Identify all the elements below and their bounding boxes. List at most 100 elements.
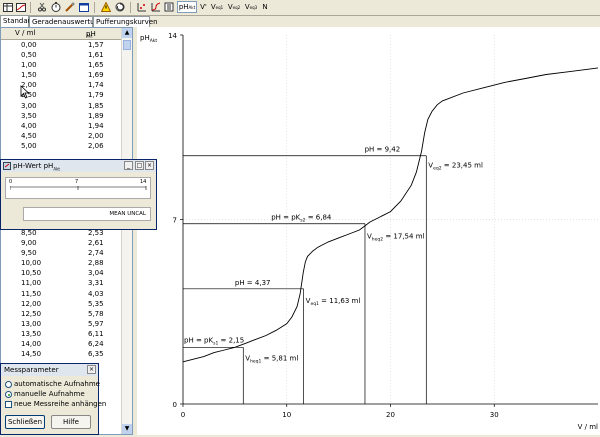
cell-volume: 3,50 bbox=[21, 111, 37, 120]
table-row[interactable]: 0,50 1,61 bbox=[1, 50, 123, 60]
radio-auto-label: automatische Aufnahme bbox=[14, 380, 100, 388]
n-label: N bbox=[262, 3, 268, 11]
radio-manual-label: manuelle Aufnahme bbox=[14, 390, 85, 398]
table-row[interactable]: 10,50 3,04 bbox=[1, 268, 123, 278]
table-row[interactable]: 1,50 1,69 bbox=[1, 70, 123, 80]
cell-ph: 3,04 bbox=[88, 269, 104, 278]
annotation-veq1-sub: eq1 bbox=[310, 301, 319, 307]
table-row[interactable]: 9,50 2,74 bbox=[1, 248, 123, 258]
table-row[interactable]: 12,50 5,78 bbox=[1, 309, 123, 319]
annotation-vheq2-tail: = 17,54 ml bbox=[383, 233, 424, 241]
scroll-up-arrow[interactable]: ▲ bbox=[122, 28, 132, 38]
table-row[interactable]: 4,00 1,94 bbox=[1, 121, 123, 131]
v-eq2-button[interactable]: Veq2 bbox=[226, 1, 242, 13]
tab-bar: Standard Geradenauswertung Pufferungskur… bbox=[0, 15, 158, 27]
cell-ph: 2,88 bbox=[88, 259, 104, 268]
mess-close-x-button[interactable]: × bbox=[87, 365, 96, 374]
ph-readout: MEAN UNCAL bbox=[23, 207, 151, 221]
chart-icon[interactable] bbox=[15, 1, 27, 13]
table-icon[interactable] bbox=[2, 1, 14, 13]
tab-standard[interactable]: Standard bbox=[0, 15, 35, 27]
table-row[interactable]: 1,00 1,65 bbox=[1, 60, 123, 70]
window-icon[interactable] bbox=[78, 1, 90, 13]
ph-akt-button[interactable]: pH Akt bbox=[177, 1, 197, 13]
table-row[interactable]: 11,50 4,03 bbox=[1, 289, 123, 299]
maximize-button[interactable]: □ bbox=[135, 161, 144, 170]
table-row[interactable]: 3,50 1,89 bbox=[1, 111, 123, 121]
table-row[interactable]: 10,00 2,88 bbox=[1, 258, 123, 268]
append-checkbox[interactable] bbox=[5, 401, 12, 408]
table-header: V / ml pH Akt bbox=[1, 28, 123, 40]
annotation-pks1: pH = pKs1 = 2,15 bbox=[184, 336, 244, 346]
x-tick-label: 20 bbox=[386, 411, 395, 419]
table-row[interactable]: 4,50 2,00 bbox=[1, 131, 123, 141]
table-row[interactable]: 5,00 2,06 bbox=[1, 141, 123, 151]
v-eq2-sub: eq2 bbox=[232, 4, 241, 10]
col-ph-header[interactable]: pH Akt bbox=[86, 29, 96, 38]
mess-dialog-titlebar[interactable]: Messparameter × bbox=[1, 364, 98, 376]
messparameter-dialog: Messparameter × automatische Aufnahme ma… bbox=[0, 363, 106, 435]
ph-dialog-title: pH-Wert pH bbox=[13, 162, 54, 170]
curve-chart-icon[interactable] bbox=[150, 1, 162, 13]
cell-ph: 5,97 bbox=[88, 319, 104, 328]
cell-ph: 1,65 bbox=[88, 61, 104, 70]
refresh-icon[interactable] bbox=[114, 1, 126, 13]
help-button[interactable]: Hilfe bbox=[51, 415, 91, 429]
cell-volume: 9,50 bbox=[21, 249, 37, 258]
table-row[interactable]: 14,50 6,35 bbox=[1, 349, 123, 359]
v-prime-button[interactable]: V' bbox=[199, 1, 208, 13]
tab-pufferungskurven[interactable]: Pufferungskurven bbox=[93, 16, 158, 27]
table-row[interactable]: 12,00 5,35 bbox=[1, 299, 123, 309]
n-button[interactable]: N bbox=[260, 1, 270, 13]
tools-icon[interactable] bbox=[64, 1, 76, 13]
cell-volume: 1,50 bbox=[21, 71, 37, 80]
y-axis-label-text: pH bbox=[140, 34, 150, 42]
cell-volume: 11,50 bbox=[21, 289, 42, 298]
ph-dialog-titlebar[interactable]: pH-Wert pHAkt _ □ × bbox=[1, 160, 156, 172]
table-row[interactable]: 14,00 6,24 bbox=[1, 339, 123, 349]
annotation-vheq2: Vheq2 = 17,54 ml bbox=[367, 233, 425, 243]
table-row[interactable]: 13,00 5,97 bbox=[1, 319, 123, 329]
cell-ph: 2,06 bbox=[88, 141, 104, 150]
radio-auto[interactable] bbox=[5, 381, 12, 388]
annotation-vheq1: Vheq1 = 5,81 ml bbox=[245, 354, 298, 364]
ph-status: MEAN UNCAL bbox=[109, 211, 146, 217]
x-tick-label: 10 bbox=[282, 411, 291, 419]
warning-icon[interactable] bbox=[100, 1, 112, 13]
cell-ph: 6,24 bbox=[88, 340, 104, 349]
v-eq3-button[interactable]: Veq3 bbox=[243, 1, 259, 13]
close-button-main[interactable]: Schließen bbox=[5, 415, 45, 429]
table-row[interactable]: 9,00 2,61 bbox=[1, 238, 123, 248]
scale-max: 14 bbox=[140, 179, 147, 185]
data-icon[interactable] bbox=[163, 1, 175, 13]
scroll-thumb[interactable] bbox=[123, 40, 131, 50]
timer-icon[interactable] bbox=[50, 1, 62, 13]
scroll-down-arrow[interactable]: ▼ bbox=[122, 424, 132, 434]
cell-ph: 5,78 bbox=[88, 309, 104, 318]
table-row[interactable]: 11,00 3,31 bbox=[1, 278, 123, 288]
v-eq1-button[interactable]: Veq1 bbox=[209, 1, 225, 13]
annotation-pks1-tail: = 2,15 bbox=[218, 336, 244, 344]
dot-chart-icon[interactable] bbox=[135, 1, 148, 13]
mess-dialog-title: Messparameter bbox=[4, 366, 59, 374]
ph-button-label: pH bbox=[178, 3, 189, 11]
y-axis-label: pHAkt bbox=[140, 34, 157, 44]
radio-manual[interactable] bbox=[5, 391, 12, 398]
close-button[interactable]: × bbox=[145, 161, 154, 170]
table-row[interactable]: 13,50 6,11 bbox=[1, 329, 123, 339]
cursor-icon bbox=[20, 85, 30, 99]
table-row[interactable]: 0,00 1,57 bbox=[1, 40, 123, 50]
y-axis-label-sub: Akt bbox=[150, 38, 158, 44]
scissors-icon[interactable] bbox=[36, 1, 48, 13]
table-row[interactable]: 3,00 1,85 bbox=[1, 101, 123, 111]
cell-ph: 6,35 bbox=[88, 350, 104, 359]
tab-geradenauswertung[interactable]: Geradenauswertung bbox=[29, 16, 103, 27]
minimize-button[interactable]: _ bbox=[124, 161, 133, 170]
cell-volume: 9,00 bbox=[21, 239, 37, 248]
annotation-veq1-tail: = 11,63 ml bbox=[319, 297, 360, 305]
cell-volume: 3,00 bbox=[21, 101, 37, 110]
table-scrollbar[interactable]: ▲ ▼ bbox=[121, 28, 132, 434]
cell-volume: 0,50 bbox=[21, 51, 37, 60]
col-v-header[interactable]: V / ml bbox=[15, 29, 35, 37]
cell-volume: 5,00 bbox=[21, 141, 37, 150]
